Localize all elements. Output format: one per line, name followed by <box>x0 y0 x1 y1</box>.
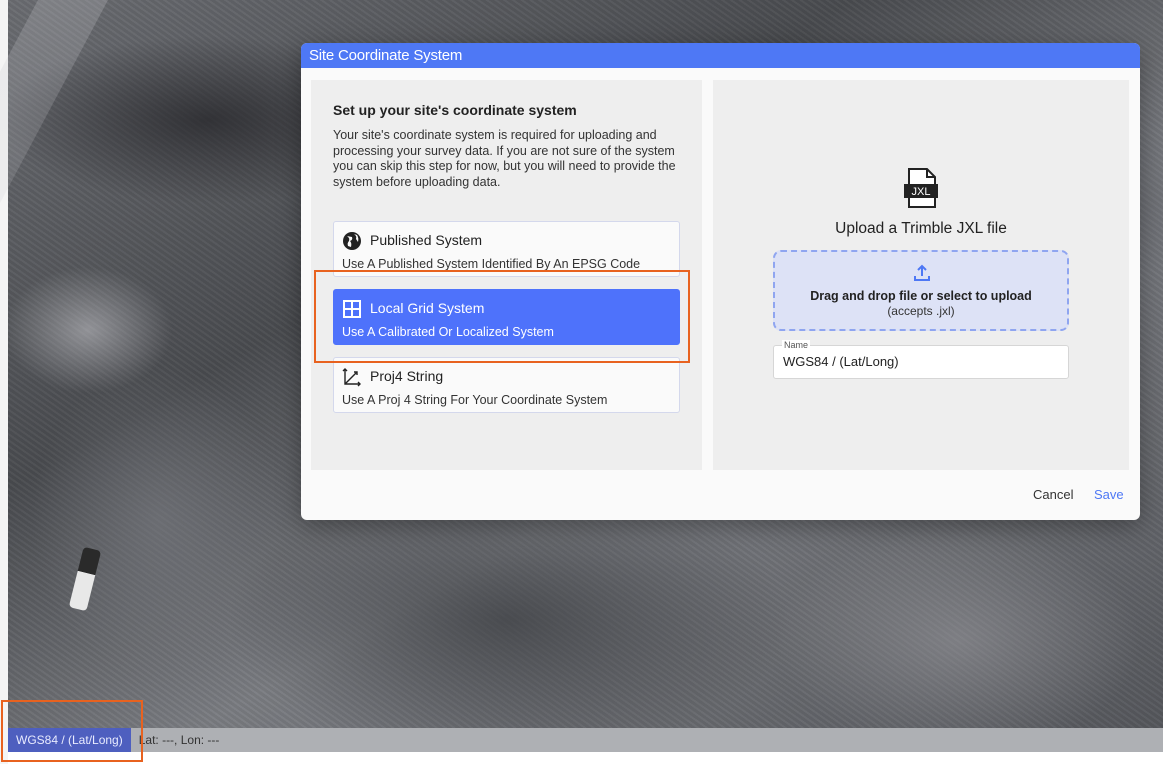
option-title: Published System <box>370 232 483 248</box>
system-type-panel: Set up your site's coordinate system You… <box>311 80 702 470</box>
option-proj4-string[interactable]: Proj4 String Use A Proj 4 String For You… <box>333 357 680 413</box>
dropzone-instruction: Drag and drop file or select to upload <box>810 289 1032 303</box>
status-bar: WGS84 / (Lat/Long) Lat: ---, Lon: --- <box>8 728 1163 752</box>
cursor-coordinates: Lat: ---, Lon: --- <box>138 733 220 747</box>
upload-panel: JXL Upload a Trimble JXL file Drag and d… <box>713 80 1129 470</box>
file-badge-text: JXL <box>912 186 931 198</box>
name-input[interactable] <box>783 354 1053 369</box>
option-title: Local Grid System <box>370 300 485 316</box>
dialog-title: Site Coordinate System <box>301 43 1140 68</box>
option-subtitle: Use A Proj 4 String For Your Coordinate … <box>342 393 608 407</box>
upload-icon <box>913 264 931 282</box>
panel-heading: Set up your site's coordinate system <box>333 102 577 118</box>
jxl-file-icon: JXL <box>903 168 939 208</box>
upload-title: Upload a Trimble JXL file <box>835 220 1007 237</box>
name-field[interactable]: Name <box>773 340 1069 379</box>
option-published-system[interactable]: Published System Use A Published System … <box>333 221 680 277</box>
globe-icon <box>342 231 362 251</box>
panel-description: Your site's coordinate system is require… <box>333 128 676 189</box>
map-road <box>0 0 109 360</box>
cancel-button[interactable]: Cancel <box>1033 487 1073 502</box>
grid-icon <box>342 299 362 319</box>
dropzone-accepts: (accepts .jxl) <box>887 304 955 318</box>
option-title: Proj4 String <box>370 368 444 384</box>
axes-icon <box>342 367 362 387</box>
option-subtitle: Use A Calibrated Or Localized System <box>342 325 554 339</box>
save-button[interactable]: Save <box>1094 487 1124 502</box>
coordinate-system-badge[interactable]: WGS84 / (Lat/Long) <box>8 728 131 752</box>
option-subtitle: Use A Published System Identified By An … <box>342 257 641 271</box>
name-field-label: Name <box>782 340 811 350</box>
file-dropzone[interactable]: Drag and drop file or select to upload (… <box>773 250 1069 331</box>
site-coordinate-system-dialog: Site Coordinate System Set up your site'… <box>301 43 1140 520</box>
map-vehicle <box>68 546 102 612</box>
option-local-grid-system[interactable]: Local Grid System Use A Calibrated Or Lo… <box>333 289 680 345</box>
